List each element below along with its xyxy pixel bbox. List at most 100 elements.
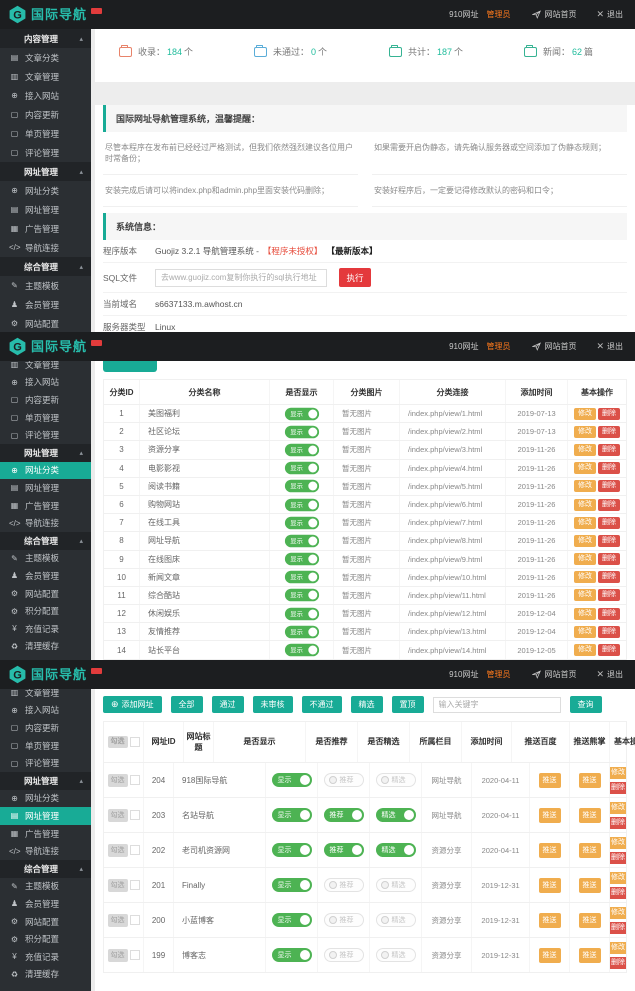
filter-button[interactable]: 精选 <box>351 696 383 713</box>
sidebar-item[interactable]: ▥ 文章管理 <box>0 67 91 86</box>
recommend-toggle[interactable]: 推荐 <box>324 773 364 787</box>
sidebar-item[interactable]: ¥ 充值记录 <box>0 948 91 966</box>
sidebar-item[interactable]: ⚙ 积分配置 <box>0 602 91 620</box>
add-category-button-partial[interactable] <box>103 361 157 372</box>
sidebar-item[interactable]: ⚙ 网站配置 <box>0 913 91 931</box>
row-checkbox[interactable] <box>130 950 140 960</box>
push-baidu-button[interactable]: 推送 <box>539 843 561 858</box>
edit-button[interactable]: 修改 <box>610 767 626 779</box>
delete-button[interactable]: 删除 <box>598 644 620 656</box>
edit-button[interactable]: 修改 <box>574 444 596 456</box>
sidebar-item[interactable]: ▢ 内容更新 <box>0 391 91 409</box>
show-toggle[interactable]: 显示 <box>284 589 318 602</box>
sql-url-input[interactable] <box>155 269 327 287</box>
select-button[interactable]: 勾选 <box>108 879 128 892</box>
sidebar-item[interactable]: ▦ 广告管理 <box>0 219 91 238</box>
row-checkbox[interactable] <box>130 845 140 855</box>
show-toggle[interactable]: 显示 <box>284 644 318 657</box>
select-button[interactable]: 勾选 <box>108 809 128 822</box>
sidebar-item[interactable]: ▤ 网址管理 <box>0 479 91 497</box>
edit-button[interactable]: 修改 <box>610 907 626 919</box>
delete-button[interactable]: 删除 <box>598 571 620 583</box>
delete-button[interactable]: 删除 <box>598 553 620 565</box>
push-baidu-button[interactable]: 推送 <box>539 948 561 963</box>
site-home-link[interactable]: 网站首页 <box>532 9 576 20</box>
logout-link[interactable]: ✕ 退出 <box>596 669 623 680</box>
sidebar-item[interactable]: ▤ 网址管理 <box>0 807 91 825</box>
row-checkbox[interactable] <box>130 810 140 820</box>
sidebar-item[interactable]: ▦ 广告管理 <box>0 497 91 515</box>
delete-button[interactable]: 删除 <box>598 408 620 420</box>
sidebar-item[interactable]: ⚙ 网站配置 <box>0 314 91 332</box>
sidebar-item[interactable]: ⚙ 网站配置 <box>0 585 91 603</box>
show-toggle[interactable]: 显示 <box>284 498 318 511</box>
delete-button[interactable]: 删除 <box>598 462 620 474</box>
sidebar-item[interactable]: 综合管理 ▴ <box>0 532 91 550</box>
edit-button[interactable]: 修改 <box>574 426 596 438</box>
sidebar-item[interactable]: 综合管理 ▴ <box>0 257 91 276</box>
brand-logo[interactable]: G 国际导航 <box>8 333 102 360</box>
sidebar-item[interactable]: 网址管理 ▴ <box>0 162 91 181</box>
edit-button[interactable]: 修改 <box>574 571 596 583</box>
row-checkbox[interactable] <box>130 880 140 890</box>
filter-button[interactable]: 置顶 <box>392 696 424 713</box>
delete-button[interactable]: 删除 <box>610 817 626 829</box>
select-button[interactable]: 勾选 <box>108 949 128 962</box>
show-toggle[interactable]: 显示 <box>272 878 312 892</box>
show-toggle[interactable]: 显示 <box>284 626 318 639</box>
edit-button[interactable]: 修改 <box>574 626 596 638</box>
recommend-toggle[interactable]: 推荐 <box>324 808 364 822</box>
logout-link[interactable]: ✕ 退出 <box>596 9 623 20</box>
delete-button[interactable]: 删除 <box>610 957 626 969</box>
delete-button[interactable]: 删除 <box>598 517 620 529</box>
select-button[interactable]: 勾选 <box>108 774 128 787</box>
delete-button[interactable]: 删除 <box>598 444 620 456</box>
select-button[interactable]: 勾选 <box>108 914 128 927</box>
sidebar-item[interactable]: ¥ 充值记录 <box>0 620 91 638</box>
edit-button[interactable]: 修改 <box>610 837 626 849</box>
delete-button[interactable]: 删除 <box>610 852 626 864</box>
unauthorized-link[interactable]: 【程序未授权】 <box>263 245 323 257</box>
latest-version-link[interactable]: 【最新版本】 <box>326 245 377 257</box>
edit-button[interactable]: 修改 <box>574 535 596 547</box>
sidebar-item[interactable]: ▤ 网址管理 <box>0 200 91 219</box>
sidebar-item[interactable]: ✎ 主题模板 <box>0 276 91 295</box>
push-bear-button[interactable]: 推送 <box>579 773 601 788</box>
sidebar-item[interactable]: ⊕ 网址分类 <box>0 462 91 480</box>
sidebar-item[interactable]: ⊕ 网址分类 <box>0 790 91 808</box>
sidebar-item[interactable]: ▢ 内容更新 <box>0 105 91 124</box>
show-toggle[interactable]: 显示 <box>284 516 318 529</box>
featured-toggle[interactable]: 精选 <box>376 808 416 822</box>
edit-button[interactable]: 修改 <box>574 499 596 511</box>
sidebar-item[interactable]: ▥ 文章管理 <box>0 361 91 374</box>
show-toggle[interactable]: 显示 <box>284 553 318 566</box>
show-toggle[interactable]: 显示 <box>284 407 318 420</box>
add-url-button[interactable]: ⊕ 添加网址 <box>103 696 162 713</box>
show-toggle[interactable]: 显示 <box>272 808 312 822</box>
sidebar-item[interactable]: </> 导航连接 <box>0 514 91 532</box>
execute-button[interactable]: 执行 <box>339 268 371 287</box>
admin-role-link[interactable]: 管理员 <box>486 9 510 20</box>
push-bear-button[interactable]: 推送 <box>579 808 601 823</box>
featured-toggle[interactable]: 精选 <box>376 948 416 962</box>
show-toggle[interactable]: 显示 <box>272 913 312 927</box>
push-bear-button[interactable]: 推送 <box>579 913 601 928</box>
sidebar-item[interactable]: ♟ 会员管理 <box>0 295 91 314</box>
admin-role-link[interactable]: 管理员 <box>486 341 510 352</box>
delete-button[interactable]: 删除 <box>598 480 620 492</box>
edit-button[interactable]: 修改 <box>574 553 596 565</box>
sidebar-item[interactable]: ▥ 文章管理 <box>0 689 91 702</box>
sidebar-item[interactable]: ▤ 文章分类 <box>0 48 91 67</box>
sidebar-item[interactable]: </> 导航连接 <box>0 238 91 257</box>
edit-button[interactable]: 修改 <box>610 872 626 884</box>
show-toggle[interactable]: 显示 <box>284 462 318 475</box>
recommend-toggle[interactable]: 推荐 <box>324 878 364 892</box>
edit-button[interactable]: 修改 <box>574 462 596 474</box>
sidebar-item[interactable]: ▢ 评论管理 <box>0 143 91 162</box>
featured-toggle[interactable]: 精选 <box>376 878 416 892</box>
show-toggle[interactable]: 显示 <box>284 571 318 584</box>
sidebar-item[interactable]: ▢ 评论管理 <box>0 754 91 772</box>
show-toggle[interactable]: 显示 <box>284 425 318 438</box>
delete-button[interactable]: 删除 <box>598 589 620 601</box>
push-bear-button[interactable]: 推送 <box>579 948 601 963</box>
